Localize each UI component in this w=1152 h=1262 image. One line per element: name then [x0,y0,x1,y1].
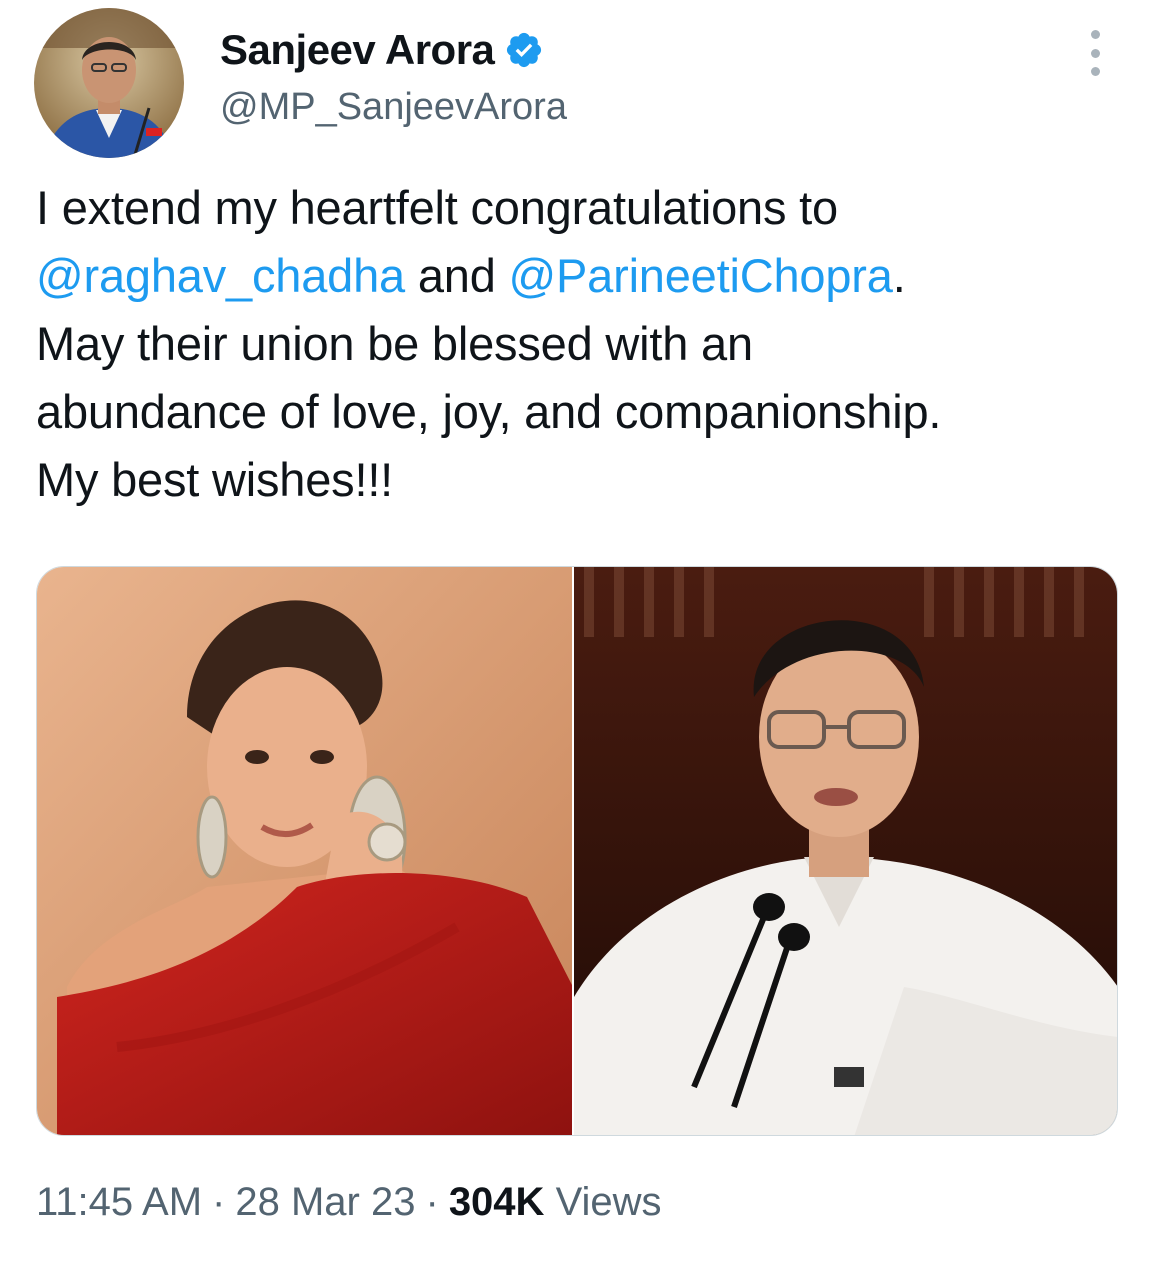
views-count: 304K [448,1180,545,1224]
author-display-name[interactable]: Sanjeev Arora [220,26,495,74]
tweet-text-line: May their union be blessed with an [36,317,753,370]
tweet-text-line: abundance of love, joy, and companionshi… [36,385,942,438]
tweet-text-line: @raghav_chadha and @ParineetiChopra. [36,242,1126,310]
mention-raghav-chadha[interactable]: @raghav_chadha [36,249,405,302]
tweet-text-line: I extend my heartfelt congratulations to [36,181,838,234]
tweet-punctuation: . [892,249,906,302]
more-dot [1090,30,1100,39]
tweet-time[interactable]: 11:45 AM [36,1180,202,1224]
tweet-media[interactable] [36,566,1118,1136]
tweet-connector: and [417,249,496,302]
verified-badge-icon [504,30,544,70]
more-dot [1090,67,1100,76]
more-options-icon[interactable] [1080,30,1110,76]
tweet-text-line: My best wishes!!! [36,453,394,506]
tweet-meta: 11:45 AM · 28 Mar 23 · 304K Views [36,1180,662,1225]
author-name-row: Sanjeev Arora [220,26,544,74]
tweet: Sanjeev Arora @MP_SanjeevArora I extend … [0,0,1152,1262]
tweet-date[interactable]: 28 Mar 23 [235,1180,415,1224]
media-photo-man[interactable] [574,567,1117,1135]
more-dot [1090,48,1100,58]
meta-separator: · [425,1180,439,1224]
meta-separator: · [212,1180,226,1224]
mention-parineeti-chopra[interactable]: @ParineetiChopra [509,249,893,302]
media-photo-woman[interactable] [37,567,573,1135]
avatar[interactable] [34,8,184,158]
tweet-text: I extend my heartfelt congratulations to… [36,174,1126,514]
views-label: Views [555,1180,662,1224]
author-handle[interactable]: @MP_SanjeevArora [220,86,567,129]
